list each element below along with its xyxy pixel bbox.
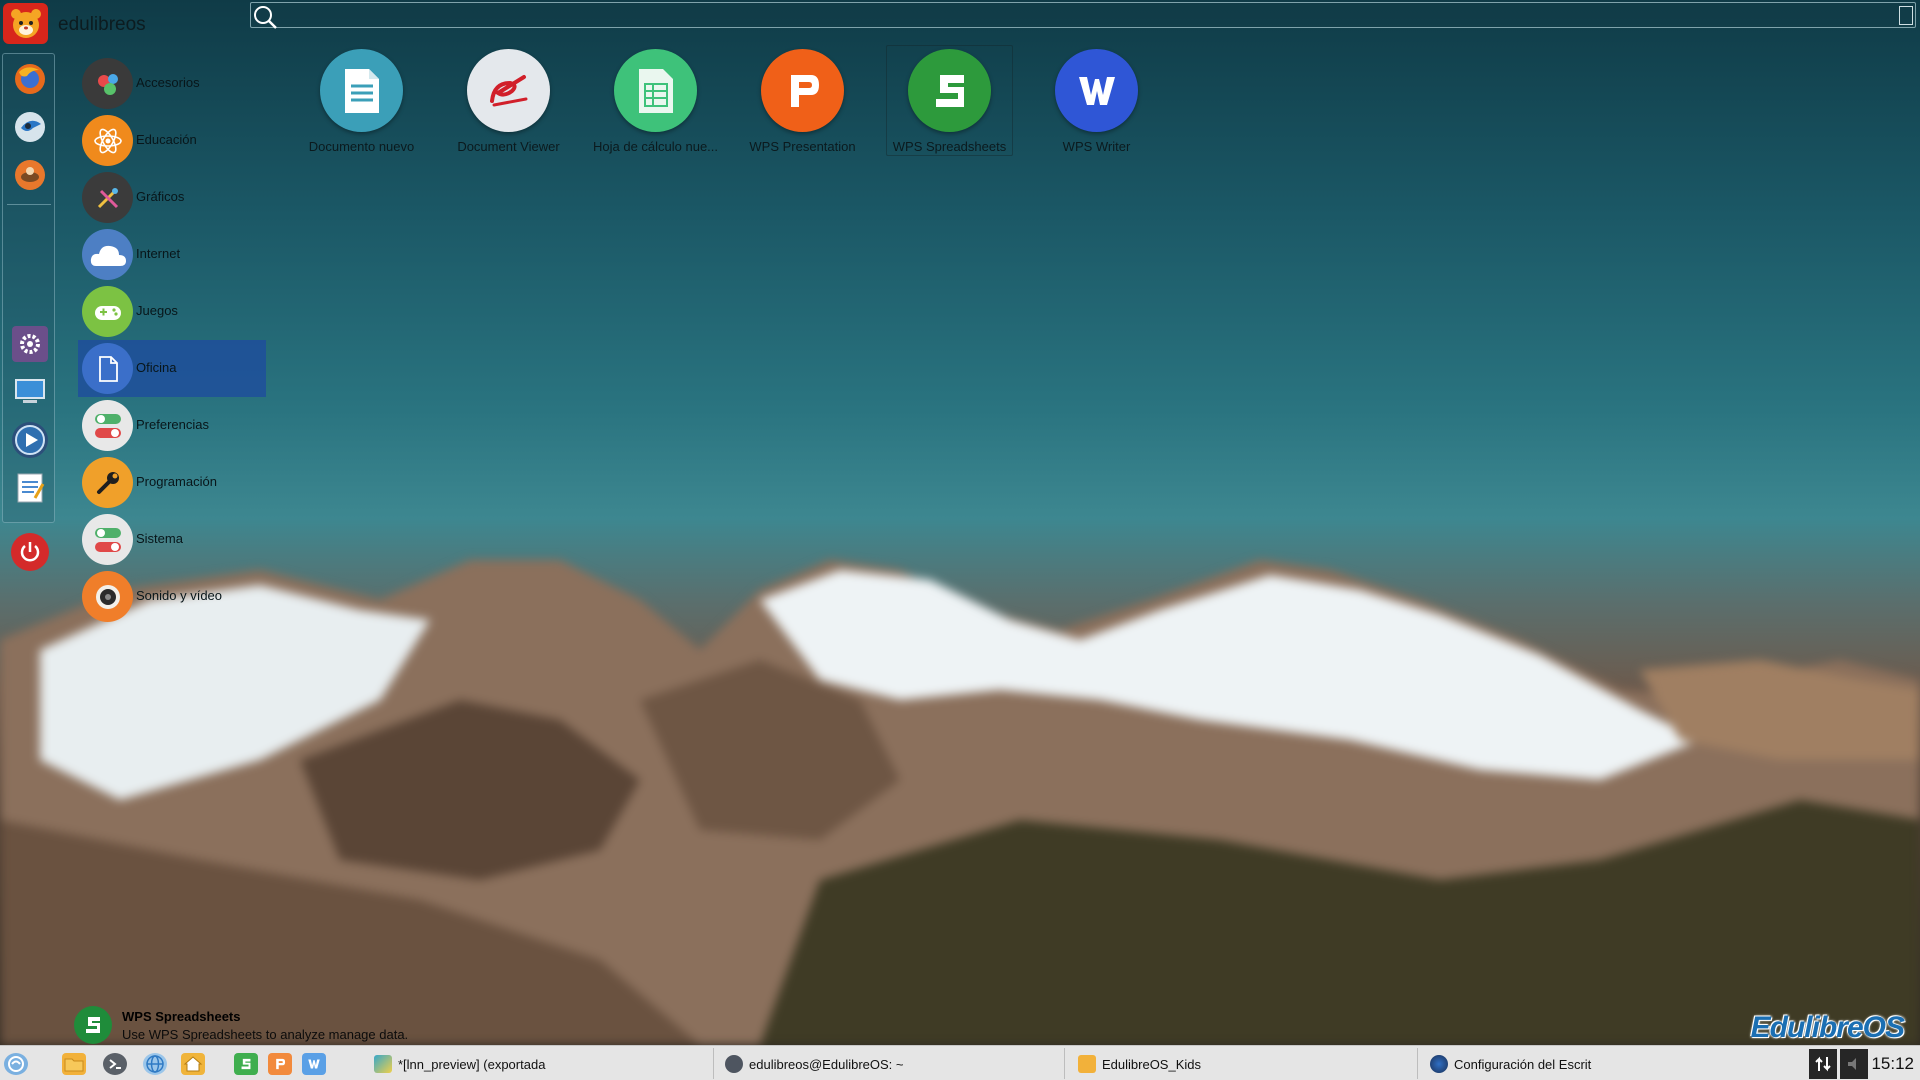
document-icon <box>82 343 133 394</box>
wrench-icon <box>82 457 133 508</box>
category-label: Oficina <box>136 360 177 375</box>
network-icon[interactable] <box>1809 1049 1837 1079</box>
start-menu-icon[interactable] <box>4 1053 28 1075</box>
category-item[interactable]: Educación <box>78 112 266 169</box>
category-item[interactable]: Sistema <box>78 511 266 568</box>
app-label: Document Viewer <box>457 139 560 154</box>
taskbar-task[interactable]: EdulibreOS_Kids <box>1072 1048 1418 1079</box>
wps-spreadsheets-icon <box>908 49 991 132</box>
menu-header: edulibreos <box>0 0 1920 44</box>
graphics-icon <box>82 172 133 223</box>
web-browser-icon[interactable] <box>143 1053 167 1075</box>
category-item[interactable]: Programación <box>78 454 266 511</box>
taskbar-task-label: Configuración del Escrit <box>1454 1057 1592 1072</box>
app-description-title: WPS Spreadsheets <box>122 1009 241 1024</box>
app-item[interactable]: Document Viewer <box>435 48 582 158</box>
category-item[interactable]: Juegos <box>78 283 266 340</box>
mail-client-icon[interactable] <box>12 109 48 145</box>
taskbar-task[interactable]: Configuración del Escrit <box>1424 1048 1764 1079</box>
taskbar-task[interactable]: *[lnn_preview] (exportada <box>368 1048 714 1079</box>
taskbar-task-label: *[lnn_preview] (exportada <box>398 1057 546 1072</box>
document-viewer-icon <box>467 49 550 132</box>
remote-desktop-icon[interactable] <box>12 374 48 410</box>
category-label: Gráficos <box>136 189 185 204</box>
category-item[interactable]: Sonido y vídeo <box>78 568 266 625</box>
file-manager-icon[interactable] <box>62 1053 86 1075</box>
taskbar-task-label: edulibreos@EdulibreOS: ~ <box>749 1057 904 1072</box>
power-icon <box>20 542 40 562</box>
category-label: Juegos <box>136 303 178 318</box>
internet-cloud-icon <box>82 229 133 280</box>
tiger-mascot-icon <box>10 8 41 38</box>
app-label: Hoja de cálculo nue... <box>592 139 719 154</box>
category-label: Accesorios <box>136 75 200 90</box>
wps-spreadsheets-icon <box>74 1006 112 1044</box>
category-label: Preferencias <box>136 417 209 432</box>
preferences-toggle-icon <box>82 400 133 451</box>
app-item[interactable]: Documento nuevo <box>288 48 435 158</box>
category-list: Accesorios Educación Gráficos Internet J… <box>78 55 266 625</box>
wps-presentation-icon <box>761 49 844 132</box>
category-label: Educación <box>136 132 197 147</box>
taskbar-task[interactable]: edulibreos@EdulibreOS: ~ <box>719 1048 1065 1079</box>
app-label: Documento nuevo <box>308 139 415 154</box>
category-item-active[interactable]: Oficina <box>78 340 266 397</box>
system-toggle-icon <box>82 514 133 565</box>
category-label: Sonido y vídeo <box>136 588 223 603</box>
search-input[interactable] <box>281 5 1881 25</box>
terminal-icon <box>725 1055 743 1073</box>
app-label: WPS Presentation <box>749 139 856 154</box>
favorites-bar <box>2 53 55 523</box>
category-label: Programación <box>136 474 217 489</box>
category-item[interactable]: Accesorios <box>78 55 266 112</box>
speaker-icon <box>82 571 133 622</box>
app-description-text: Use WPS Spreadsheets to analyze manage d… <box>122 1027 409 1042</box>
favorites-separator <box>7 204 51 205</box>
taskbar-task-label: EdulibreOS_Kids <box>1102 1057 1201 1072</box>
media-tool-icon[interactable] <box>12 157 48 193</box>
search-field[interactable] <box>250 2 1916 29</box>
accessories-icon <box>82 58 133 109</box>
volume-icon[interactable] <box>1840 1049 1868 1079</box>
category-label: Sistema <box>136 531 183 546</box>
category-item[interactable]: Gráficos <box>78 169 266 226</box>
user-avatar[interactable] <box>3 3 48 44</box>
username-label: edulibreos <box>58 14 146 35</box>
category-label: Internet <box>136 246 181 261</box>
firefox-icon[interactable] <box>12 61 48 97</box>
taskbar: *[lnn_preview] (exportada edulibreos@Edu… <box>0 1045 1920 1080</box>
app-description: WPS Spreadsheets Use WPS Spreadsheets to… <box>74 1005 474 1045</box>
brand-logo: EdulibreOS <box>1728 1006 1908 1046</box>
app-item[interactable]: Hoja de cálculo nue... <box>582 48 729 158</box>
app-label: WPS Spreadsheets <box>892 139 1007 154</box>
settings-icon[interactable] <box>12 326 48 362</box>
home-folder-icon[interactable] <box>181 1053 205 1075</box>
new-document-icon <box>320 49 403 132</box>
wps-writer-icon[interactable] <box>302 1053 326 1075</box>
education-icon <box>82 115 133 166</box>
terminal-icon[interactable] <box>103 1053 127 1075</box>
wps-writer-icon <box>1055 49 1138 132</box>
wps-presentation-icon[interactable] <box>268 1053 292 1075</box>
search-clear-button[interactable] <box>1899 6 1913 25</box>
app-label: WPS Writer <box>1062 139 1131 154</box>
app-item[interactable]: WPS Writer <box>1023 48 1170 158</box>
category-item[interactable]: Preferencias <box>78 397 266 454</box>
power-button[interactable] <box>11 533 49 571</box>
folder-icon <box>1078 1055 1096 1073</box>
image-editor-icon <box>374 1055 392 1073</box>
clock[interactable]: 15:12 <box>1871 1054 1914 1074</box>
media-player-icon[interactable] <box>12 422 48 458</box>
app-item-selected[interactable]: WPS Spreadsheets <box>876 45 1023 158</box>
text-editor-icon[interactable] <box>12 470 48 506</box>
desktop-settings-icon <box>1430 1055 1448 1073</box>
new-spreadsheet-icon <box>614 49 697 132</box>
wps-spreadsheets-icon[interactable] <box>234 1053 258 1075</box>
brand-logo-text: EdulibreOS <box>1750 1011 1905 1044</box>
search-icon <box>254 6 277 29</box>
app-item[interactable]: WPS Presentation <box>729 48 876 158</box>
gamepad-icon <box>82 286 133 337</box>
category-item[interactable]: Internet <box>78 226 266 283</box>
